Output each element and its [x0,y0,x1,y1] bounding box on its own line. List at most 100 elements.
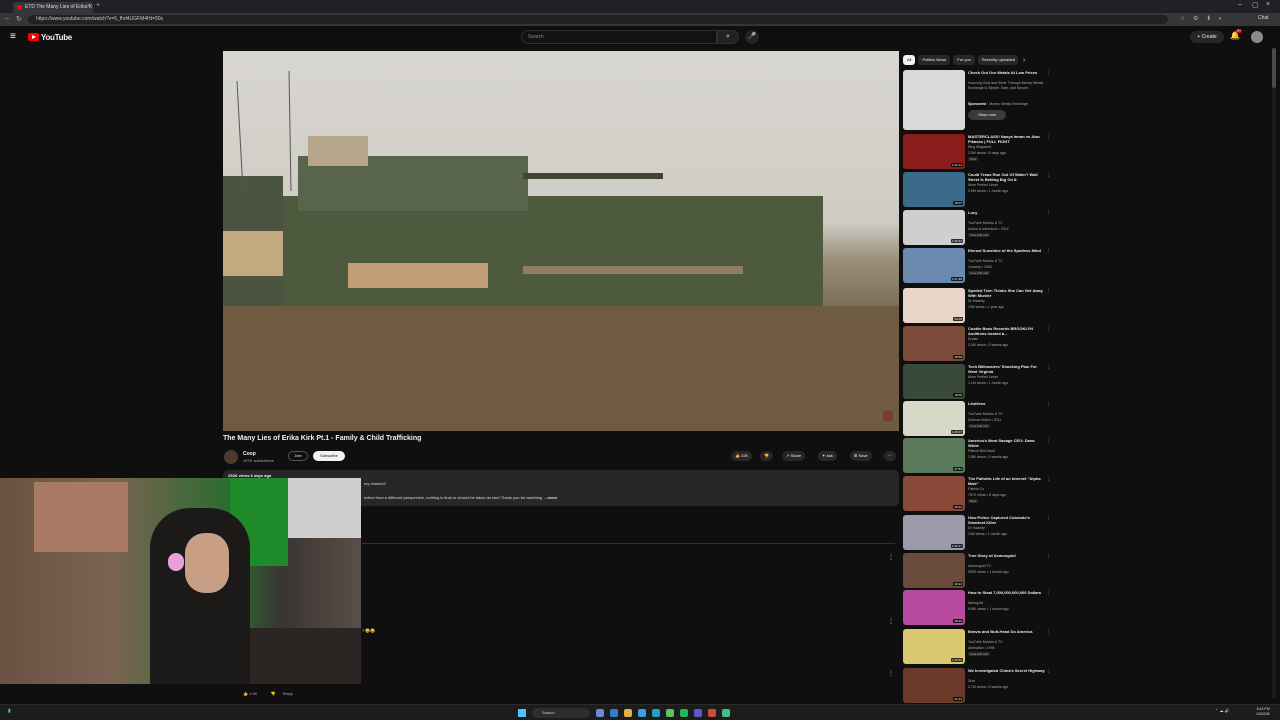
dislike-button[interactable]: 👎 [760,451,773,461]
spotify-icon[interactable] [680,709,688,717]
recommended-video[interactable]: 18:07 Could Texas Run Out Of Water? Wall … [903,172,1051,207]
recommended-video[interactable]: 1:29:32 Lucy YouTube Movies & TV Action & a… [903,210,1051,245]
chip-politics-news[interactable]: Politics News [918,55,951,65]
video-thumbnail[interactable]: 30:24 [903,553,965,588]
edge-icon[interactable] [638,709,646,717]
recommended-channel-name[interactable]: Druski [968,337,978,341]
recommended-video[interactable]: 27:57 America's Most Savage CEO: Dana Whi… [903,438,1051,473]
account-avatar[interactable] [1251,31,1263,43]
back-icon[interactable]: ← [4,15,11,22]
recommended-video[interactable]: 48:58 Cookie Boss Records BROOKLYN Auditi… [903,326,1051,361]
app-icon[interactable] [666,709,674,717]
recommended-video[interactable]: 1:47:48 Eternal Sunshine of the Spotless … [903,248,1051,283]
video-menu-icon[interactable]: ⋮ [1046,476,1051,482]
recommended-video-title[interactable]: True Story of Asmongold [968,553,1046,558]
widgets-icon[interactable] [610,709,618,717]
youtube-logo[interactable]: YouTube [28,32,72,42]
scrollbar-thumb[interactable] [1272,48,1276,88]
video-thumbnail[interactable]: 1:45:07 [903,401,965,436]
video-menu-icon[interactable]: ⋮ [1046,134,1051,140]
recommended-video-title[interactable]: Eternal Sunshine of the Spotless Mind [968,248,1046,253]
recommended-channel-name[interactable]: Asmongold TV [968,564,991,568]
recommended-video[interactable]: 1:22:17 How Police Captured Colorado's Sm… [903,515,1051,550]
like-button[interactable]: 👍 22K [731,451,753,461]
recommended-channel-name[interactable]: Patrick Bet-David [968,449,995,453]
search-input[interactable]: Search [521,30,717,44]
recommended-channel-name[interactable]: YouTube Movies & TV [968,412,1003,416]
recommended-video[interactable]: 49:22 The Pathetic Life of an Internet "A… [903,476,1051,511]
video-menu-icon[interactable]: ⋮ [1046,288,1051,294]
browser-extension-icons[interactable]: ☆ ⚙ ⬇ ◐ [1180,15,1225,22]
video-thumbnail[interactable]: 49:22 [903,476,965,511]
recommended-video-title[interactable]: Spoiled Teen Thinks She Can Get Away Wit… [968,288,1046,298]
recommended-channel-name[interactable]: More Perfect Union [968,375,998,379]
hamburger-menu-icon[interactable]: ≡ [10,31,16,42]
video-thumbnail[interactable]: 1:47:48 [903,248,965,283]
video-menu-icon[interactable]: ⋮ [1046,668,1051,674]
discord-icon[interactable] [694,709,702,717]
video-thumbnail[interactable]: 1:20:50 [903,629,965,664]
system-tray-icons[interactable]: ⌃ ☁ 🔊 [1215,708,1230,713]
channel-avatar[interactable] [224,450,238,464]
chevron-right-icon[interactable]: › [1023,57,1025,64]
microphone-icon[interactable]: 🎤 [745,30,759,44]
video-menu-icon[interactable]: ⋮ [1046,364,1051,370]
search-icon[interactable]: ⌕ [717,30,739,44]
recommended-video-title[interactable]: America's Most Savage CEO: Dana White [968,438,1046,448]
recommended-channel-name[interactable]: YouTube Movies & TV [968,640,1003,644]
recommended-video[interactable]: 18:09 Tech Billionaires' Shocking Plan Fo… [903,364,1051,399]
join-button[interactable]: Join [288,451,308,461]
recommended-channel-name[interactable]: More Perfect Union [968,183,998,187]
share-button[interactable]: ↗ Share [782,451,806,461]
more-actions-icon[interactable]: ⋯ [884,451,896,461]
recommended-video[interactable]: 25:10 How to Steal 7,000,000,000,000 Doll… [903,590,1051,625]
recommended-video-title[interactable]: We Investigated China's Secret Highway [968,668,1046,673]
create-button[interactable]: + Create [1190,31,1224,43]
comment-menu-icon[interactable]: ⋮ [888,554,894,561]
file-explorer-icon[interactable] [624,709,632,717]
minimize-icon[interactable]: – [1238,1,1242,8]
task-view-icon[interactable] [596,709,604,717]
recommended-video-title[interactable]: Beavis and Butt-Head Do America [968,629,1046,634]
video-thumbnail[interactable]: 48:58 [903,326,965,361]
recommended-video[interactable]: 30:24 True Story of Asmongold Asmongold TV… [903,553,1051,588]
video-thumbnail[interactable]: 1:29:32 [903,210,965,245]
store-icon[interactable] [652,709,660,717]
recommended-video-title[interactable]: How to Steal 7,000,000,000,000 Dollars [968,590,1046,595]
obs-icon[interactable] [722,709,730,717]
url-field[interactable]: https://www.youtube.com/watch?v=5_fhd4UG… [28,15,1168,24]
taskbar-search[interactable]: Search [532,708,590,718]
video-thumbnail[interactable]: 1:22:17 [903,515,965,550]
close-window-icon[interactable]: × [1266,1,1270,8]
video-menu-icon[interactable]: ⋮ [1046,438,1051,444]
video-menu-icon[interactable]: ⋮ [1046,629,1051,635]
sponsored-ad[interactable]: Check Out Our Metals At Low Prices Sourci… [903,70,1051,130]
recommended-video[interactable]: 52:09 Spoiled Teen Thinks She Can Get Awa… [903,288,1051,323]
video-menu-icon[interactable]: ⋮ [1046,553,1051,559]
channel-watermark-icon[interactable] [883,411,893,421]
maximize-icon[interactable]: ▢ [1252,1,1259,9]
recommended-channel-name[interactable]: Sina [968,679,975,683]
reload-icon[interactable]: ↻ [16,15,22,23]
video-thumbnail[interactable]: 52:09 [903,288,965,323]
ask-button[interactable]: ✦ Ask [818,451,837,461]
comment-menu-icon[interactable]: ⋮ [888,618,894,625]
recommended-video[interactable]: 1:02:14 MASTERCLASS! Nasya Imran vs Alan … [903,134,1051,169]
recommended-video-title[interactable]: How Police Captured Colorado's Smartest … [968,515,1046,525]
browser-tab[interactable]: ETD The Many Lies of Erika K × [13,2,93,13]
video-thumbnail[interactable]: 25:10 [903,590,965,625]
comment-dislike-icon[interactable]: 👎 [270,691,275,696]
recommended-channel-name[interactable]: Ring Magazine [968,145,991,149]
comment-like-button[interactable]: 👍 1.9K [243,691,263,696]
scrollbar-track[interactable] [1272,48,1276,698]
video-menu-icon[interactable]: ⋮ [1046,70,1051,76]
new-tab-icon[interactable]: + [96,2,100,9]
video-thumbnail[interactable]: 27:57 [903,438,965,473]
video-menu-icon[interactable]: ⋮ [1046,172,1051,178]
recommended-video-title[interactable]: Check Out Our Metals At Low Prices [968,70,1046,75]
recommended-video-title[interactable]: Could Texas Run Out Of Water? Wall Stree… [968,172,1046,182]
chip-all[interactable]: All [903,55,916,65]
video-menu-icon[interactable]: ⋮ [1046,590,1051,596]
subscribe-button[interactable]: Subscribe [313,451,345,461]
recommended-video[interactable]: 21:13 We Investigated China's Secret High… [903,668,1051,703]
